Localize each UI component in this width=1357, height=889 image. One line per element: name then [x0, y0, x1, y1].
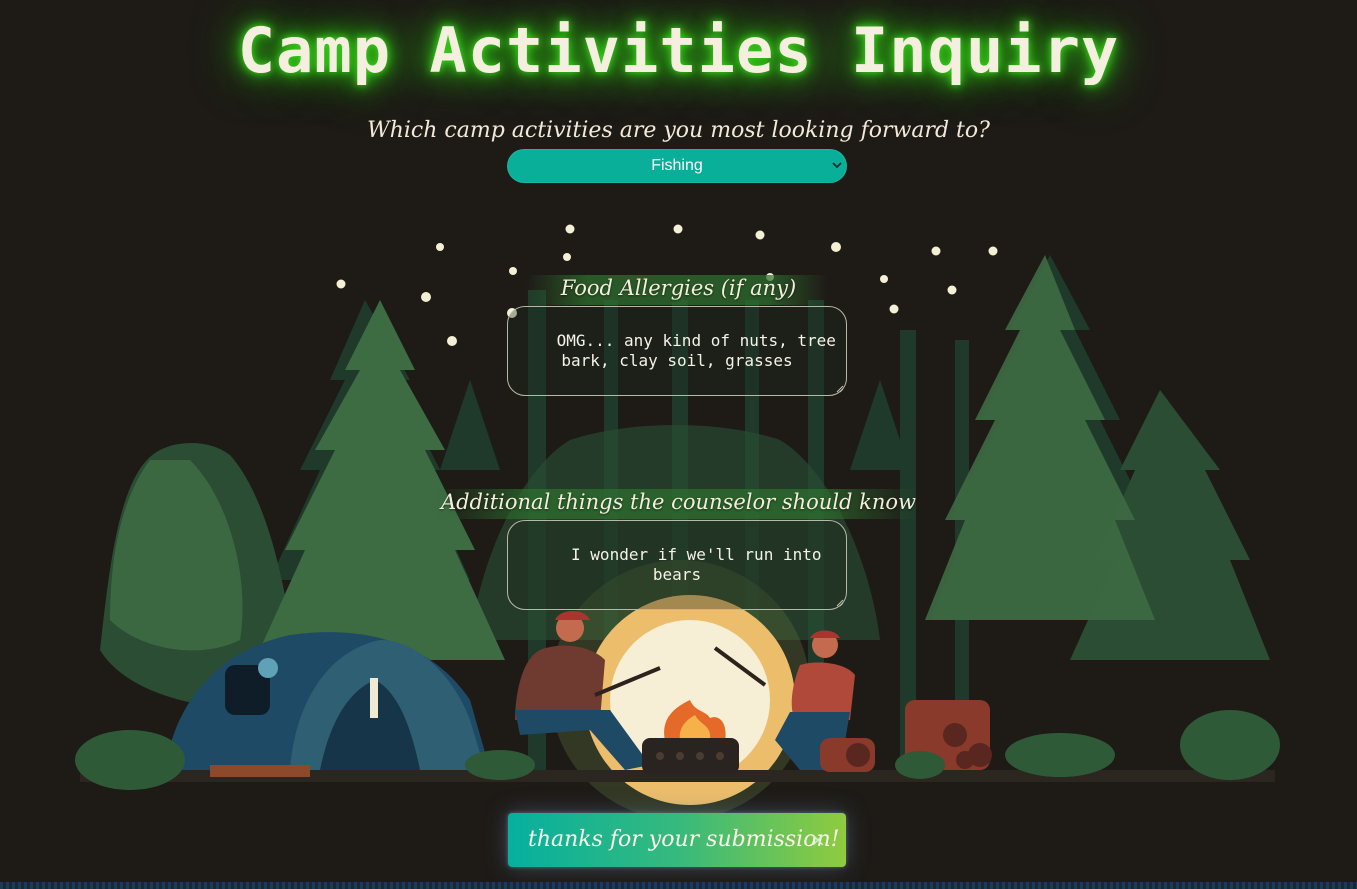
bottom-border-strip [0, 882, 1357, 889]
allergies-textarea-value: OMG... any kind of nuts, tree bark, clay… [556, 331, 846, 370]
activities-select-value: Fishing [651, 157, 703, 174]
toast-message: thanks for your submission! [528, 827, 840, 852]
notes-textarea-value: I wonder if we'll run into bears [571, 545, 832, 584]
chevron-down-icon [832, 162, 842, 169]
resize-grip-icon[interactable] [836, 599, 844, 607]
allergies-label: Food Allergies (if any) [560, 276, 797, 300]
close-icon[interactable]: × [810, 813, 826, 867]
notes-textarea[interactable]: I wonder if we'll run into bears [507, 520, 847, 610]
activities-select[interactable]: Fishing [507, 149, 847, 183]
activities-question-label: Which camp activities are you most looki… [367, 118, 990, 143]
page: Camp Activities Inquiry Which camp activ… [0, 0, 1357, 889]
resize-grip-icon[interactable] [836, 385, 844, 393]
submission-toast: thanks for your submission! × [508, 813, 846, 867]
notes-label: Additional things the counselor should k… [440, 490, 917, 514]
allergies-textarea[interactable]: OMG... any kind of nuts, tree bark, clay… [507, 306, 847, 396]
page-title: Camp Activities Inquiry [237, 14, 1120, 87]
